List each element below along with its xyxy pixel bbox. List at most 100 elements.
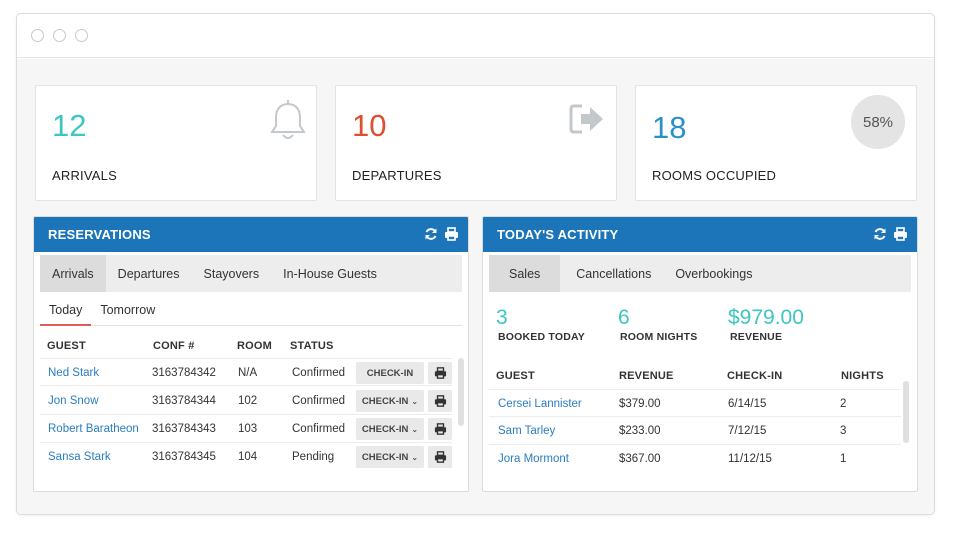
window-titlebar bbox=[17, 14, 934, 58]
table-row[interactable]: Ned Stark 3163784342 N/A Confirmed CHECK… bbox=[40, 358, 452, 386]
table-row[interactable]: Robert Baratheon 3163784343 103 Confirme… bbox=[40, 415, 452, 443]
arrivals-card[interactable]: 12 ARRIVALS bbox=[35, 85, 317, 201]
print-icon[interactable] bbox=[428, 418, 452, 440]
activity-panel-header: TODAY'S ACTIVITY bbox=[483, 217, 917, 252]
booked-today-label: BOOKED TODAY bbox=[498, 331, 585, 343]
subtab-tomorrow[interactable]: Tomorrow bbox=[91, 295, 164, 325]
col-guest-header: GUEST bbox=[47, 340, 86, 352]
table-row[interactable]: Sansa Stark 3163784345 104 Pending CHECK… bbox=[40, 443, 452, 471]
departures-card[interactable]: 10 DEPARTURES bbox=[335, 85, 617, 201]
reservations-title: RESERVATIONS bbox=[48, 227, 151, 242]
col-nights-header: NIGHTS bbox=[841, 370, 884, 382]
revenue-amount: $233.00 bbox=[619, 425, 661, 437]
tab-cancellations[interactable]: Cancellations bbox=[560, 255, 663, 292]
table-row[interactable]: Cersei Lannister $379.00 6/14/15 2 bbox=[489, 389, 901, 417]
print-icon[interactable] bbox=[893, 227, 908, 246]
room-nights-value: 6 bbox=[618, 306, 630, 329]
check-in-label: CHECK-IN bbox=[366, 367, 414, 379]
col-conf-header: CONF # bbox=[153, 340, 195, 352]
guest-name-link[interactable]: Robert Baratheon bbox=[48, 423, 139, 435]
tab-stayovers[interactable]: Stayovers bbox=[192, 255, 272, 292]
print-icon[interactable] bbox=[444, 227, 459, 246]
room-number: 102 bbox=[238, 395, 258, 407]
chevron-down-icon: ⌄ bbox=[411, 396, 419, 406]
nights-count: 1 bbox=[840, 453, 847, 465]
col-room-header: ROOM bbox=[237, 340, 273, 352]
room-number: 103 bbox=[238, 423, 258, 435]
rooms-occupied-count: 18 bbox=[652, 110, 687, 145]
guest-name-link[interactable]: Sansa Stark bbox=[48, 451, 111, 463]
revenue-value: $979.00 bbox=[728, 306, 804, 329]
bell-icon bbox=[268, 98, 308, 147]
check-in-dropdown-button[interactable]: CHECK-IN ⌄ bbox=[356, 390, 424, 412]
booked-today-value: 3 bbox=[496, 306, 508, 329]
reservations-day-tabs: Today Tomorrow bbox=[40, 295, 462, 326]
room-number: N/A bbox=[238, 367, 258, 379]
check-in-dropdown-button[interactable]: CHECK-IN ⌄ bbox=[356, 418, 424, 440]
refresh-icon[interactable] bbox=[873, 227, 887, 246]
app-window: 12 ARRIVALS 10 DEPARTURES 18 ROOMS OCCUP… bbox=[16, 13, 935, 515]
tab-arrivals[interactable]: Arrivals bbox=[40, 255, 106, 292]
activity-panel: TODAY'S ACTIVITY Sales Cancellations Ove… bbox=[482, 216, 918, 492]
print-icon[interactable] bbox=[428, 390, 452, 412]
rooms-occupied-label: ROOMS OCCUPIED bbox=[652, 168, 777, 183]
window-close-button[interactable] bbox=[31, 29, 44, 42]
tab-overbookings[interactable]: Overbookings bbox=[663, 255, 764, 292]
check-in-dropdown-button[interactable]: CHECK-IN ⌄ bbox=[356, 446, 424, 468]
check-in-button[interactable]: CHECK-IN bbox=[356, 362, 424, 384]
table-row[interactable]: Jora Mormont $367.00 11/12/15 1 bbox=[489, 445, 901, 473]
reservations-panel-header: RESERVATIONS bbox=[34, 217, 468, 252]
chevron-down-icon: ⌄ bbox=[411, 424, 419, 434]
check-in-label: CHECK-IN bbox=[361, 451, 409, 463]
status-text: Pending bbox=[292, 451, 335, 463]
tab-departures[interactable]: Departures bbox=[106, 255, 192, 292]
table-row[interactable]: Jon Snow 3163784344 102 Confirmed CHECK-… bbox=[40, 387, 452, 415]
print-icon[interactable] bbox=[428, 362, 452, 384]
refresh-icon[interactable] bbox=[424, 227, 438, 246]
guest-name-link[interactable]: Sam Tarley bbox=[498, 425, 555, 437]
check-in-label: CHECK-IN bbox=[361, 423, 409, 435]
tab-in-house-guests[interactable]: In-House Guests bbox=[271, 255, 389, 292]
revenue-amount: $367.00 bbox=[619, 453, 661, 465]
dashboard: 12 ARRIVALS 10 DEPARTURES 18 ROOMS OCCUP… bbox=[17, 59, 934, 514]
conf-number: 3163784344 bbox=[152, 395, 216, 407]
tab-sales[interactable]: Sales bbox=[489, 255, 561, 292]
reservations-tabs: Arrivals Departures Stayovers In-House G… bbox=[40, 255, 462, 292]
window-maximize-button[interactable] bbox=[75, 29, 88, 42]
room-number: 104 bbox=[238, 451, 258, 463]
guest-name-link[interactable]: Jora Mormont bbox=[498, 453, 569, 465]
activity-scrollbar[interactable] bbox=[903, 381, 909, 443]
conf-number: 3163784342 bbox=[152, 367, 216, 379]
conf-number: 3163784345 bbox=[152, 451, 216, 463]
revenue-amount: $379.00 bbox=[619, 398, 661, 410]
occupancy-percent-badge: 58% bbox=[851, 95, 905, 149]
rooms-occupied-card[interactable]: 18 ROOMS OCCUPIED 58% bbox=[635, 85, 917, 201]
table-row[interactable]: Sam Tarley $233.00 7/12/15 3 bbox=[489, 417, 901, 445]
status-text: Confirmed bbox=[292, 367, 346, 379]
guest-name-link[interactable]: Ned Stark bbox=[48, 367, 99, 379]
checkin-date: 7/12/15 bbox=[728, 425, 767, 437]
arrivals-label: ARRIVALS bbox=[52, 168, 117, 183]
col-checkin-header: CHECK-IN bbox=[727, 370, 783, 382]
nights-count: 3 bbox=[840, 425, 847, 437]
departures-count: 10 bbox=[352, 108, 387, 143]
checkin-date: 6/14/15 bbox=[728, 398, 767, 410]
revenue-label: REVENUE bbox=[730, 331, 783, 343]
departures-label: DEPARTURES bbox=[352, 168, 442, 183]
room-nights-label: ROOM NIGHTS bbox=[620, 331, 698, 343]
arrivals-count: 12 bbox=[52, 108, 87, 143]
col-status-header: STATUS bbox=[290, 340, 334, 352]
checkin-date: 11/12/15 bbox=[728, 453, 772, 465]
col-guest-header: GUEST bbox=[496, 370, 535, 382]
print-icon[interactable] bbox=[428, 446, 452, 468]
status-text: Confirmed bbox=[292, 395, 346, 407]
subtab-today[interactable]: Today bbox=[40, 295, 92, 326]
reservations-scrollbar[interactable] bbox=[458, 358, 464, 426]
activity-tabs: Sales Cancellations Overbookings bbox=[489, 255, 911, 292]
guest-name-link[interactable]: Cersei Lannister bbox=[498, 398, 582, 410]
check-in-label: CHECK-IN bbox=[361, 395, 409, 407]
guest-name-link[interactable]: Jon Snow bbox=[48, 395, 99, 407]
window-minimize-button[interactable] bbox=[53, 29, 66, 42]
col-revenue-header: REVENUE bbox=[619, 370, 674, 382]
reservations-panel: RESERVATIONS Arrivals Departures Stayove… bbox=[33, 216, 469, 492]
